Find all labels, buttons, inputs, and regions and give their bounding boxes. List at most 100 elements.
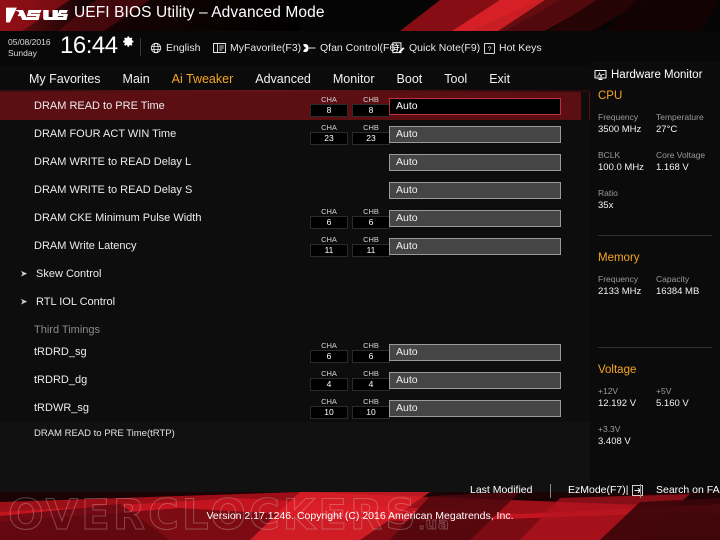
channel-a-value: 4	[310, 378, 348, 391]
bottom-actions: Last Modified EzMode(F7)| Search on FAQ	[380, 484, 720, 518]
channel-b-readout: CHB 10	[352, 397, 390, 419]
channel-b-value: 6	[352, 216, 390, 229]
monitor-icon	[594, 70, 607, 80]
settings-row[interactable]: tRDWR_sg CHA 10 CHB 10 Auto	[0, 394, 590, 422]
globe-icon	[150, 42, 162, 54]
settings-value-field[interactable]: Auto	[389, 343, 561, 361]
settings-value-field[interactable]: Auto	[389, 399, 561, 417]
settings-row-label: DRAM READ to PRE Time	[34, 100, 165, 112]
channel-b-label: CHB	[363, 369, 379, 378]
settings-value-field[interactable]: Auto	[389, 209, 561, 227]
channel-a-label: CHA	[321, 207, 337, 216]
settings-row-label: tRDRD_sg	[34, 346, 87, 358]
channel-b-readout: CHB 6	[352, 341, 390, 363]
hw-metric-value: 3.408 V	[598, 436, 631, 447]
channel-a-readout: CHA 11	[310, 235, 348, 257]
last-modified-button[interactable]: Last Modified	[470, 484, 532, 496]
ezmode-button[interactable]: EzMode(F7)|	[568, 484, 643, 496]
settings-value-field[interactable]: Auto	[389, 371, 561, 389]
toolbar-item-qfan[interactable]: Qfan Control(F6)	[302, 39, 399, 57]
settings-value-field[interactable]: Auto	[389, 237, 561, 255]
channel-b-label: CHB	[363, 95, 379, 104]
settings-row[interactable]: tRDRD_sg CHA 6 CHB 6 Auto	[0, 338, 590, 366]
settings-row[interactable]: DRAM Write Latency CHA 11 CHB 11 Auto	[0, 232, 590, 260]
settings-row[interactable]: ➤ Skew Control	[0, 260, 590, 288]
hw-metric-value: 100.0 MHz	[598, 162, 644, 173]
hw-metric-label: Ratio	[598, 188, 618, 198]
hw-section-divider	[598, 235, 712, 236]
ezmode-label: EzMode(F7)|	[568, 484, 629, 496]
channel-b-value: 11	[352, 244, 390, 257]
channel-a-value: 6	[310, 216, 348, 229]
tab-tool[interactable]: Tool	[433, 68, 478, 90]
top-toolbar: 05/08/2016 Sunday 16:44 English MyFavori…	[0, 31, 720, 66]
hw-metric-label: +12V	[598, 386, 619, 396]
tab-ai-tweaker[interactable]: Ai Tweaker	[161, 68, 245, 91]
channel-a-readout: CHA 4	[310, 369, 348, 391]
title-banner: UEFI BIOS Utility – Advanced Mode	[0, 0, 720, 31]
tab-exit[interactable]: Exit	[478, 68, 521, 90]
channel-a-readout: CHA 6	[310, 207, 348, 229]
settings-row-label: DRAM Write Latency	[34, 240, 137, 252]
settings-row-label: Third Timings	[34, 324, 101, 336]
channel-b-value: 6	[352, 350, 390, 363]
settings-row[interactable]: DRAM WRITE to READ Delay L Auto	[0, 148, 590, 176]
channel-b-label: CHB	[363, 123, 379, 132]
settings-row[interactable]: DRAM READ to PRE Time CHA 8 CHB 8 Auto	[0, 92, 590, 120]
chevron-right-icon: ➤	[20, 268, 28, 279]
tab-boot[interactable]: Boot	[386, 68, 434, 90]
channel-b-readout: CHB 11	[352, 235, 390, 257]
chevron-right-icon: ➤	[20, 296, 28, 307]
channel-a-value: 6	[310, 350, 348, 363]
settings-row-label: DRAM WRITE to READ Delay L	[34, 156, 192, 168]
channel-b-readout: CHB 6	[352, 207, 390, 229]
favorite-book-icon	[213, 43, 226, 53]
channel-b-readout: CHB 8	[352, 95, 390, 117]
tab-my-favorites[interactable]: My Favorites	[18, 68, 112, 90]
bottom-divider-1	[550, 484, 551, 498]
hw-section-divider	[598, 347, 712, 348]
help-text: DRAM READ to PRE Time(tRTP)	[34, 428, 175, 439]
tab-monitor[interactable]: Monitor	[322, 68, 386, 90]
settings-row[interactable]: DRAM WRITE to READ Delay S Auto	[0, 176, 590, 204]
channel-b-label: CHB	[363, 397, 379, 406]
toolbar-item-english[interactable]: English	[150, 39, 200, 57]
toolbar-label-english: English	[166, 42, 201, 54]
toolbar-item-quicknote[interactable]: Quick Note(F9)	[392, 39, 480, 57]
gear-icon[interactable]	[122, 35, 135, 48]
settings-row[interactable]: DRAM CKE Minimum Pulse Width CHA 6 CHB 6 Auto	[0, 204, 590, 232]
asus-logo	[6, 7, 68, 23]
hw-metric-label: Core Voltage	[656, 150, 706, 160]
toolbar-item-hotkeys[interactable]: ? Hot Keys	[484, 39, 542, 57]
hw-metric-label: Temperature	[656, 112, 704, 122]
hw-metric-label: BCLK	[598, 150, 621, 160]
search-faq-button[interactable]: Search on FAQ	[656, 484, 720, 496]
channel-b-readout: CHB 23	[352, 123, 390, 145]
hw-section-title: CPU	[598, 90, 623, 102]
fan-icon	[303, 43, 316, 53]
bios-screen: UEFI BIOS Utility – Advanced Mode 05/08/…	[0, 0, 720, 540]
scrollbar-track[interactable]	[581, 92, 589, 422]
channel-a-readout: CHA 10	[310, 397, 348, 419]
settings-row-label: tRDWR_sg	[34, 402, 90, 414]
hardware-monitor-title: Hardware Monitor	[594, 66, 702, 84]
settings-row[interactable]: DRAM FOUR ACT WIN Time CHA 23 CHB 23 Auto	[0, 120, 590, 148]
settings-row-label: Skew Control	[36, 268, 102, 280]
tab-advanced[interactable]: Advanced	[244, 68, 322, 90]
settings-row[interactable]: ➤ RTL IOL Control	[0, 288, 590, 316]
settings-value-field[interactable]: Auto	[389, 97, 561, 115]
settings-list: DRAM READ to PRE Time CHA 8 CHB 8 Auto DRAM FO…	[0, 92, 590, 422]
toolbar-item-myfavorite[interactable]: MyFavorite(F3)	[213, 39, 301, 57]
channel-a-value: 10	[310, 406, 348, 419]
hw-metric-value: 3500 MHz	[598, 124, 642, 135]
settings-value-field[interactable]: Auto	[389, 153, 561, 171]
settings-value-field[interactable]: Auto	[389, 181, 561, 199]
hw-metric-value: 5.160 V	[656, 398, 689, 409]
hardware-monitor-panel: Hardware Monitor CPU Frequency 3500 MHz Tem…	[590, 62, 720, 492]
settings-value-field[interactable]: Auto	[389, 125, 561, 143]
settings-row[interactable]: tRDRD_dg CHA 4 CHB 4 Auto	[0, 366, 590, 394]
note-pencil-icon	[392, 42, 405, 54]
channel-a-readout: CHA 8	[310, 95, 348, 117]
tab-main[interactable]: Main	[112, 68, 161, 90]
settings-row-label: DRAM CKE Minimum Pulse Width	[34, 212, 202, 224]
